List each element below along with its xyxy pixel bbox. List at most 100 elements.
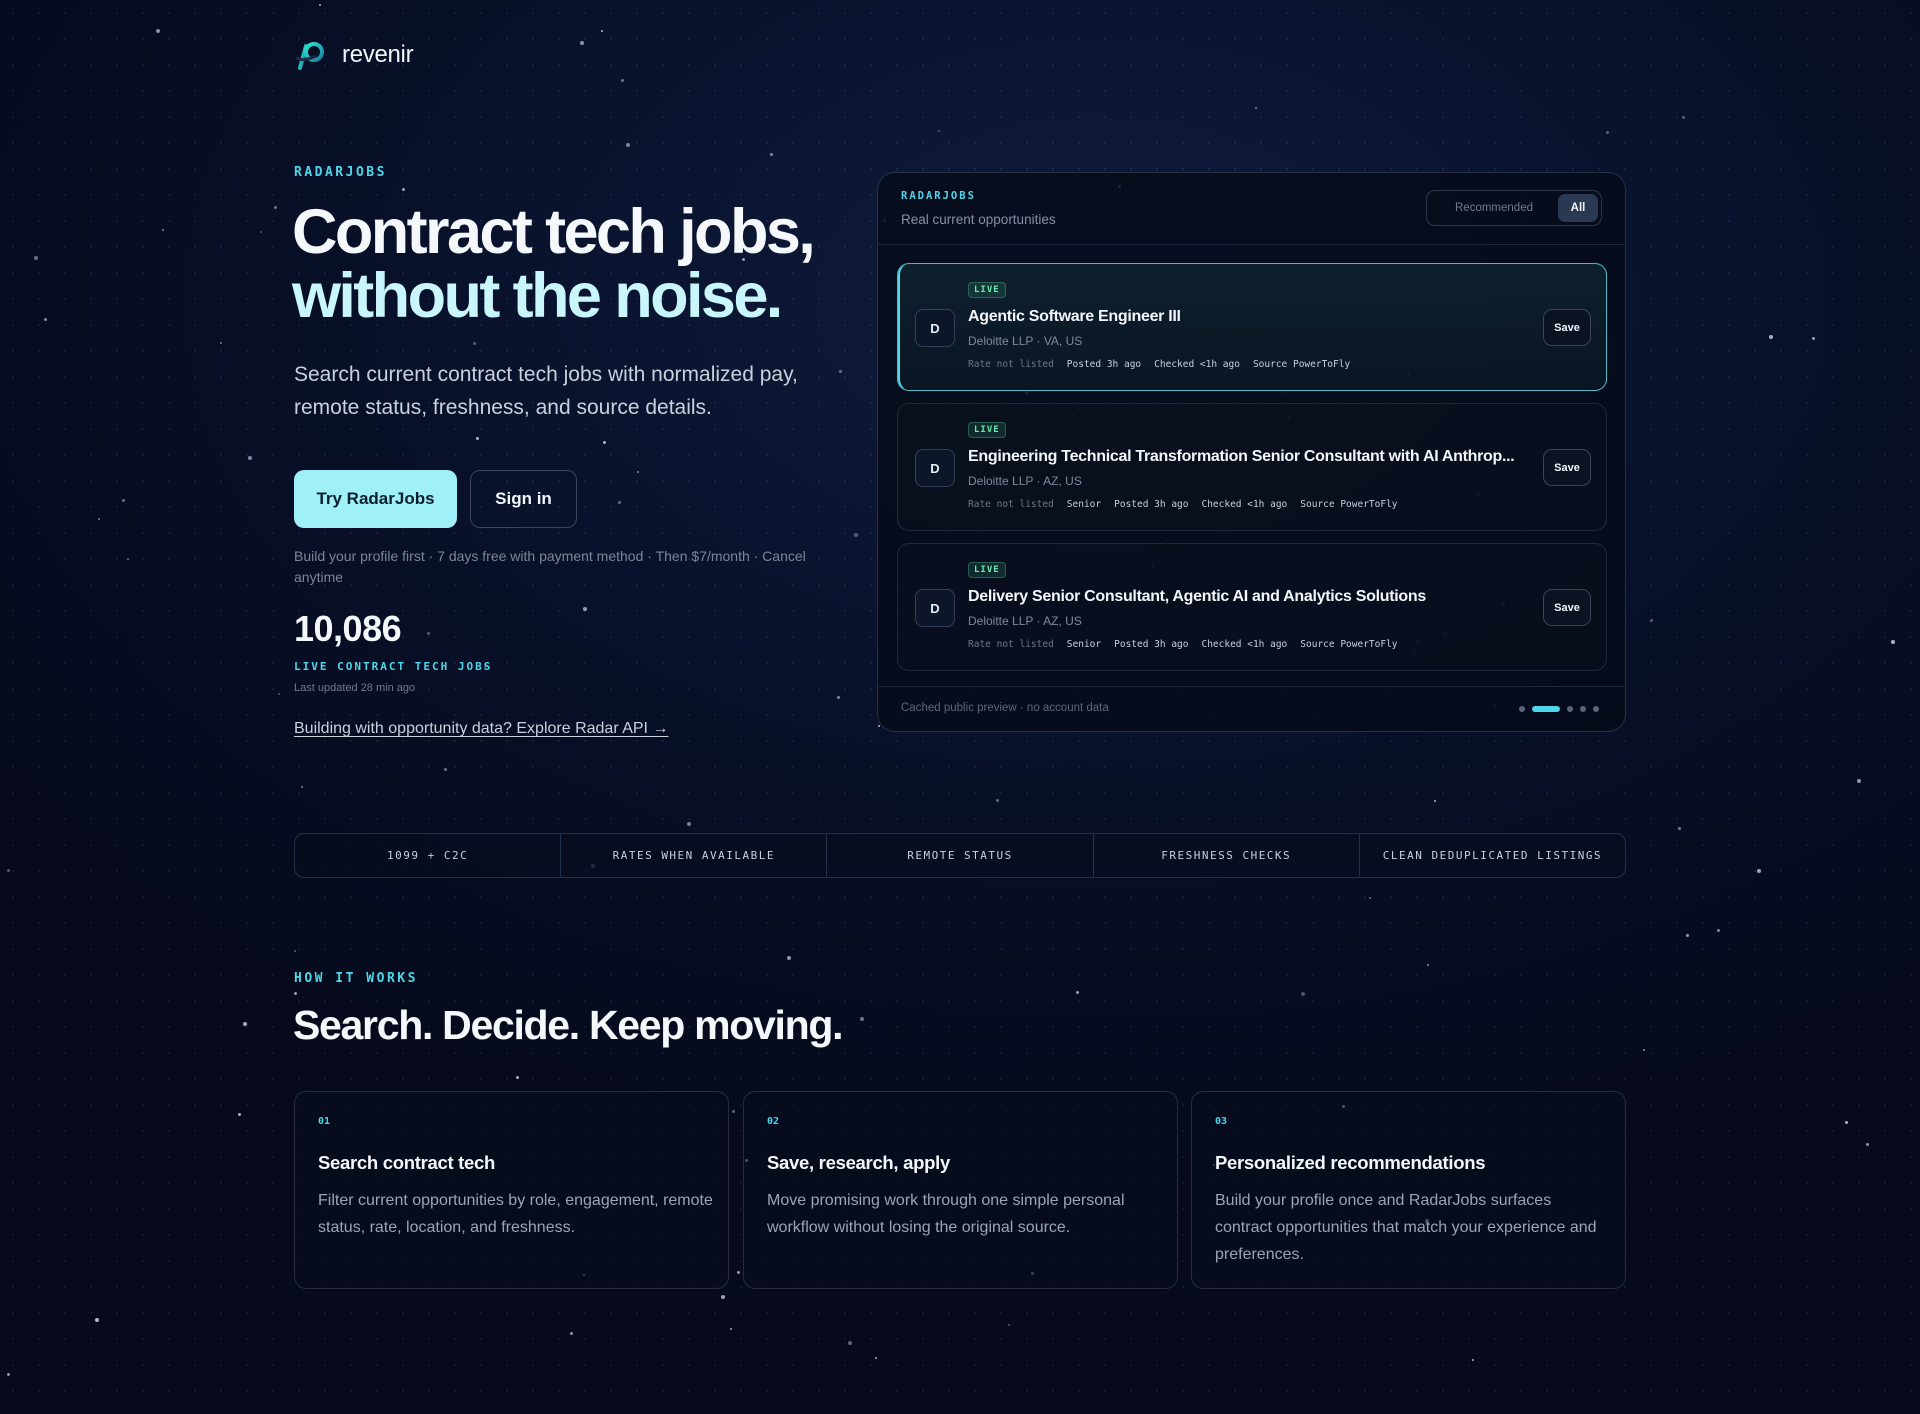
hero-title-line-1: Contract tech jobs,	[292, 197, 816, 267]
job-rate: Rate not listed	[968, 499, 1054, 510]
hero-title-line-2: without the noise.	[292, 261, 783, 331]
step-description: Filter current opportunities by role, en…	[318, 1192, 713, 1236]
star	[1682, 116, 1685, 119]
step-title: Save, research, apply	[767, 1152, 950, 1173]
star	[730, 1328, 732, 1330]
star	[687, 822, 691, 826]
live-badge: LIVE	[968, 562, 1006, 578]
step-title: Personalized recommendations	[1215, 1152, 1486, 1173]
live-badge: LIVE	[968, 282, 1006, 298]
star	[516, 1076, 519, 1079]
pager-dot[interactable]	[1519, 706, 1525, 712]
star	[601, 30, 603, 32]
job-card[interactable]: D LIVE Engineering Technical Transformat…	[897, 403, 1607, 531]
star	[127, 558, 129, 560]
feature-strip: 1099 + C2C RATES WHEN AVAILABLE REMOTE S…	[294, 833, 1626, 878]
radar-api-link[interactable]: Building with opportunity data? Explore …	[294, 720, 668, 738]
star	[737, 1271, 740, 1274]
star	[444, 768, 447, 771]
star	[274, 206, 277, 209]
star	[1686, 934, 1689, 937]
feature-item: RATES WHEN AVAILABLE	[561, 834, 828, 877]
star	[278, 693, 280, 695]
star	[122, 499, 125, 502]
star	[860, 1017, 864, 1021]
live-badge: LIVE	[968, 422, 1006, 438]
job-card[interactable]: D LIVE Delivery Senior Consultant, Agent…	[897, 543, 1607, 671]
job-card[interactable]: D LIVE Agentic Software Engineer III Del…	[897, 263, 1607, 391]
try-radarjobs-button[interactable]: Try RadarJobs	[294, 470, 457, 528]
job-posted: Posted 3h ago	[1114, 499, 1189, 510]
star	[34, 256, 38, 260]
sign-in-button[interactable]: Sign in	[470, 470, 577, 528]
toggle-all[interactable]: All	[1558, 194, 1598, 222]
job-posted: Posted 3h ago	[1114, 639, 1189, 650]
pricing-fine-print: Build your profile first · 7 days free w…	[294, 548, 806, 585]
step-number: 01	[318, 1116, 331, 1127]
pager-dot[interactable]	[1580, 706, 1586, 712]
step-number: 02	[767, 1116, 780, 1127]
job-title[interactable]: Engineering Technical Transformation Sen…	[968, 448, 1528, 466]
star	[243, 1022, 247, 1026]
job-level: Senior	[1066, 639, 1102, 650]
star	[1845, 1121, 1848, 1124]
star	[294, 950, 296, 952]
job-company: Deloitte LLP · AZ, US	[968, 614, 1082, 628]
save-job-button[interactable]: Save	[1543, 309, 1591, 346]
step-number: 03	[1215, 1116, 1228, 1127]
pager-dot[interactable]	[1593, 706, 1599, 712]
preview-footer-note: Cached public preview · no account data	[901, 702, 1109, 714]
star	[1891, 640, 1895, 644]
star	[319, 4, 321, 6]
feature-item: REMOTE STATUS	[827, 834, 1094, 877]
star	[95, 1318, 99, 1322]
pager-dot[interactable]	[1567, 706, 1573, 712]
star	[1717, 929, 1720, 932]
star	[583, 607, 587, 611]
star	[248, 456, 252, 460]
job-company: Deloitte LLP · AZ, US	[968, 474, 1082, 488]
star	[721, 1295, 725, 1299]
star	[7, 1373, 10, 1376]
star	[1757, 869, 1761, 873]
star	[1678, 827, 1681, 830]
job-meta: Rate not listed Senior Posted 3h ago Che…	[968, 639, 1398, 650]
star	[854, 533, 858, 537]
brand-name: revenir	[342, 41, 414, 68]
star	[220, 342, 222, 344]
star	[1008, 1324, 1010, 1326]
star	[1434, 800, 1436, 802]
job-company: Deloitte LLP · VA, US	[968, 334, 1083, 348]
star	[839, 370, 842, 373]
preview-footer: Cached public preview · no account data	[878, 686, 1625, 731]
step-card: 02 Save, research, apply Move promising …	[743, 1091, 1178, 1289]
star	[162, 229, 164, 231]
how-it-works-title: Search. Decide. Keep moving.	[293, 1002, 844, 1048]
job-source: Source PowerToFly	[1300, 499, 1398, 510]
job-posted: Posted 3h ago	[1066, 359, 1142, 370]
job-preview-panel: RADARJOBS Real current opportunities Rec…	[877, 172, 1626, 732]
save-job-button[interactable]: Save	[1543, 589, 1591, 626]
job-meta: Rate not listed Posted 3h ago Checked <1…	[968, 359, 1350, 370]
preview-subtitle: Real current opportunities	[901, 212, 1056, 227]
step-description: Build your profile once and RadarJobs su…	[1215, 1192, 1597, 1263]
star	[1427, 964, 1429, 966]
star	[1606, 131, 1609, 134]
pager-dot[interactable]	[1532, 706, 1560, 712]
company-avatar: D	[915, 309, 955, 347]
preview-eyebrow: RADARJOBS	[901, 190, 976, 202]
save-job-button[interactable]: Save	[1543, 449, 1591, 486]
step-card: 01 Search contract tech Filter current o…	[294, 1091, 729, 1289]
job-checked: Checked <1h ago	[1201, 499, 1288, 510]
live-jobs-label: LIVE CONTRACT TECH JOBS	[294, 660, 493, 673]
brand-logo[interactable]: revenir	[294, 38, 414, 72]
star	[1650, 619, 1653, 622]
star	[238, 1113, 241, 1116]
job-title[interactable]: Delivery Senior Consultant, Agentic AI a…	[968, 588, 1528, 606]
toggle-recommended[interactable]: Recommended	[1430, 194, 1558, 222]
feature-item: 1099 + C2C	[295, 834, 562, 877]
star	[787, 956, 791, 960]
star	[875, 1357, 877, 1359]
job-title[interactable]: Agentic Software Engineer III	[968, 308, 1528, 326]
last-updated: Last updated 28 min ago	[294, 682, 416, 694]
